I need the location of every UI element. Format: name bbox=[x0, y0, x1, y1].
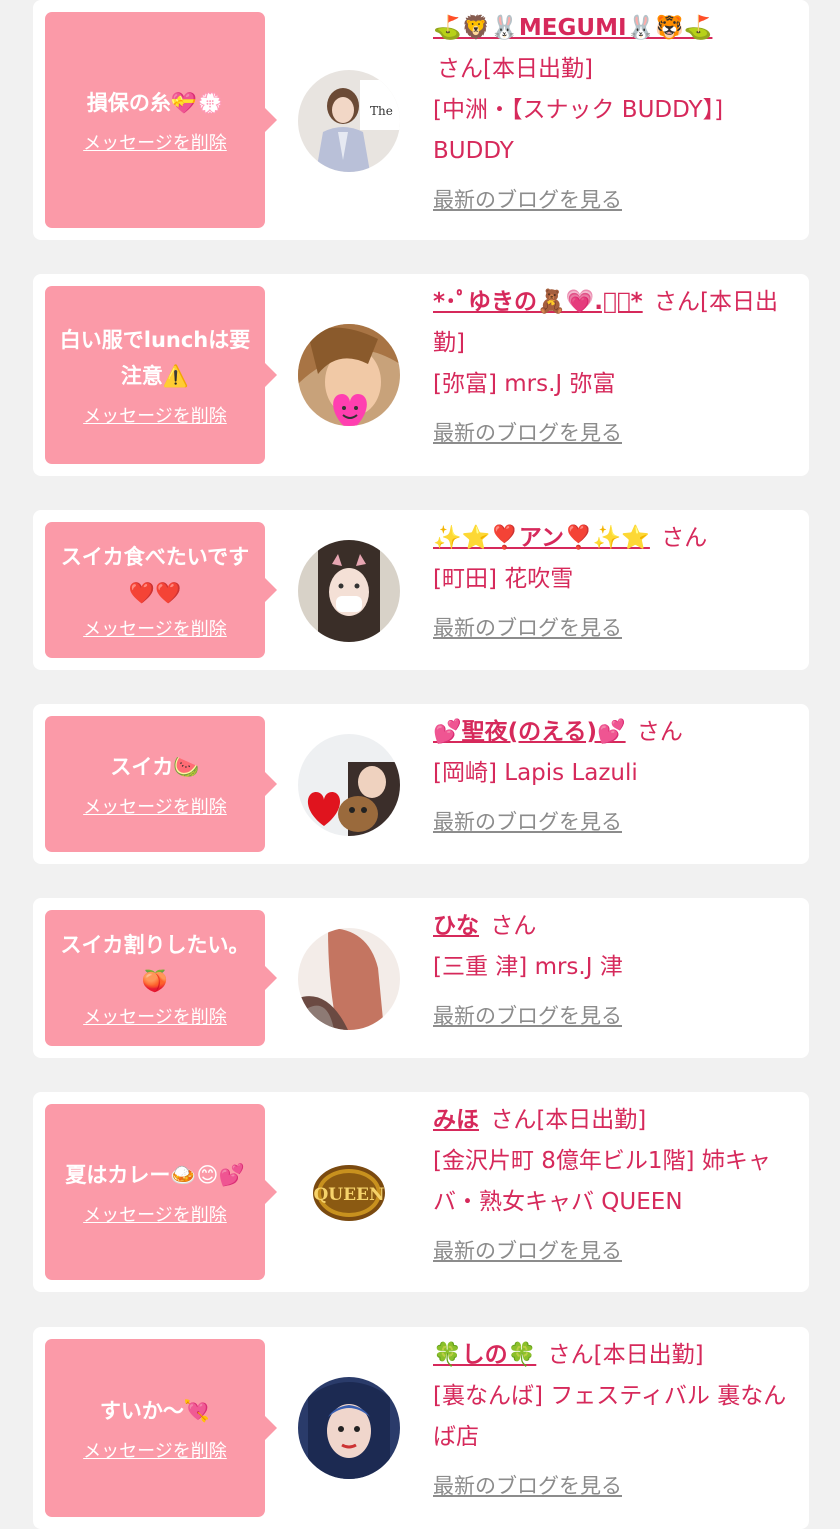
message-card: 白い服でlunchは要注意⚠️ メッセージを削除 *･ﾟゆきの🧸💗.ﾟ･* さん… bbox=[33, 274, 809, 476]
san-label: さん[本日出勤] bbox=[490, 1107, 647, 1133]
shop-label: [中洲・【スナック BUDDY】] BUDDY bbox=[433, 97, 724, 164]
san-label: さん bbox=[636, 719, 683, 745]
avatar[interactable] bbox=[298, 928, 400, 1030]
avatar[interactable]: The bbox=[298, 70, 400, 172]
message-card: 損保の糸💝💮 メッセージを削除 The ⛳🦁🐰MEGUMI🐰🐯⛳ さん[本日出勤… bbox=[33, 0, 809, 240]
cast-info: みほ さん[本日出勤] [金沢片町 8億年ビル1階] 姉キャバ・熟女キャバ QU… bbox=[433, 1100, 795, 1272]
shop-label: [町田] 花吹雪 bbox=[433, 566, 574, 592]
delete-message-link[interactable]: メッセージを削除 bbox=[83, 615, 227, 641]
delete-message-link[interactable]: メッセージを削除 bbox=[83, 129, 227, 155]
cast-name-link[interactable]: 💕聖夜(のえる)💕 bbox=[433, 719, 626, 745]
avatar[interactable] bbox=[298, 734, 400, 836]
avatar[interactable] bbox=[298, 1377, 400, 1479]
message-bubble: スイカ🍉 メッセージを削除 bbox=[45, 716, 277, 852]
cast-info: ⛳🦁🐰MEGUMI🐰🐯⛳ さん[本日出勤] [中洲・【スナック BUDDY】] … bbox=[433, 8, 795, 221]
message-card: スイカ割りしたい。🍑 メッセージを削除 ひな さん [三重 津] mrs.J 津… bbox=[33, 898, 809, 1058]
shop-label: [岡崎] Lapis Lazuli bbox=[433, 760, 638, 786]
san-label: さん[本日出勤] bbox=[547, 1342, 704, 1368]
message-text: すいか〜💘 bbox=[99, 1399, 211, 1423]
san-label: さん[本日出勤] bbox=[437, 56, 593, 82]
shop-label: [三重 津] mrs.J 津 bbox=[433, 954, 623, 980]
delete-message-link[interactable]: メッセージを削除 bbox=[83, 402, 227, 428]
message-bubble: 夏はカレー🍛😊💕 メッセージを削除 bbox=[45, 1104, 277, 1280]
latest-blog-link[interactable]: 最新のブログを見る bbox=[433, 608, 622, 649]
cast-name-link[interactable]: ✨⭐❣️アン❣️✨⭐ bbox=[433, 525, 650, 551]
latest-blog-link[interactable]: 最新のブログを見る bbox=[433, 1231, 622, 1272]
delete-message-link[interactable]: メッセージを削除 bbox=[83, 1437, 227, 1463]
shop-label: [弥富] mrs.J 弥富 bbox=[433, 371, 616, 397]
delete-message-link[interactable]: メッセージを削除 bbox=[83, 793, 227, 819]
cast-info: ✨⭐❣️アン❣️✨⭐ さん [町田] 花吹雪 最新のブログを見る bbox=[433, 518, 795, 649]
shop-label: [金沢片町 8億年ビル1階] 姉キャバ・熟女キャバ QUEEN bbox=[433, 1148, 771, 1215]
latest-blog-link[interactable]: 最新のブログを見る bbox=[433, 802, 622, 843]
delete-message-link[interactable]: メッセージを削除 bbox=[83, 1201, 227, 1227]
message-card: 夏はカレー🍛😊💕 メッセージを削除 QUEEN みほ さん[本日出勤] [金沢片… bbox=[33, 1092, 809, 1292]
svg-text:The: The bbox=[370, 104, 393, 118]
message-text: スイカ🍉 bbox=[110, 755, 200, 779]
message-card: すいか〜💘 メッセージを削除 🍀しの🍀 さん[本日出勤] [裏なんば] フェステ… bbox=[33, 1327, 809, 1529]
message-text: スイカ割りしたい。🍑 bbox=[60, 933, 250, 993]
cast-name-link[interactable]: 🍀しの🍀 bbox=[433, 1342, 536, 1368]
message-text: スイカ食べたいです❤️❤️ bbox=[60, 545, 250, 605]
cast-info: 💕聖夜(のえる)💕 さん [岡崎] Lapis Lazuli 最新のブログを見る bbox=[433, 712, 795, 843]
cast-name-link[interactable]: みほ bbox=[433, 1107, 479, 1133]
avatar[interactable]: QUEEN bbox=[298, 1142, 400, 1244]
message-bubble: 白い服でlunchは要注意⚠️ メッセージを削除 bbox=[45, 286, 277, 464]
latest-blog-link[interactable]: 最新のブログを見る bbox=[433, 180, 622, 221]
avatar[interactable] bbox=[298, 540, 400, 642]
cast-name-link[interactable]: *･ﾟゆきの🧸💗.ﾟ･* bbox=[433, 289, 643, 315]
cast-name-link[interactable]: ⛳🦁🐰MEGUMI🐰🐯⛳ bbox=[433, 15, 712, 41]
message-text: 損保の糸💝💮 bbox=[86, 91, 224, 115]
delete-message-link[interactable]: メッセージを削除 bbox=[83, 1003, 227, 1029]
latest-blog-link[interactable]: 最新のブログを見る bbox=[433, 413, 622, 454]
cast-name-link[interactable]: ひな bbox=[433, 913, 479, 939]
message-text: 白い服でlunchは要注意⚠️ bbox=[59, 328, 251, 388]
cast-info: 🍀しの🍀 さん[本日出勤] [裏なんば] フェスティバル 裏なんば店 最新のブロ… bbox=[433, 1335, 795, 1507]
cast-info: ひな さん [三重 津] mrs.J 津 最新のブログを見る bbox=[433, 906, 795, 1037]
san-label: さん bbox=[490, 913, 537, 939]
message-text: 夏はカレー🍛😊💕 bbox=[65, 1163, 245, 1187]
avatar[interactable] bbox=[298, 324, 400, 426]
latest-blog-link[interactable]: 最新のブログを見る bbox=[433, 996, 622, 1037]
message-card: スイカ🍉 メッセージを削除 💕聖夜(のえる)💕 さん [岡崎] Lapis La… bbox=[33, 704, 809, 864]
san-label: さん bbox=[661, 525, 708, 551]
queen-logo-text: QUEEN bbox=[313, 1185, 384, 1205]
message-card: スイカ食べたいです❤️❤️ メッセージを削除 ✨⭐❣️アン❣️✨⭐ さん [町田… bbox=[33, 510, 809, 670]
message-bubble: スイカ食べたいです❤️❤️ メッセージを削除 bbox=[45, 522, 277, 658]
message-bubble: スイカ割りしたい。🍑 メッセージを削除 bbox=[45, 910, 277, 1046]
message-bubble: すいか〜💘 メッセージを削除 bbox=[45, 1339, 277, 1517]
latest-blog-link[interactable]: 最新のブログを見る bbox=[433, 1466, 622, 1507]
message-bubble: 損保の糸💝💮 メッセージを削除 bbox=[45, 12, 277, 228]
cast-info: *･ﾟゆきの🧸💗.ﾟ･* さん[本日出勤] [弥富] mrs.J 弥富 最新のブ… bbox=[433, 282, 795, 454]
shop-label: [裏なんば] フェスティバル 裏なんば店 bbox=[433, 1383, 787, 1450]
